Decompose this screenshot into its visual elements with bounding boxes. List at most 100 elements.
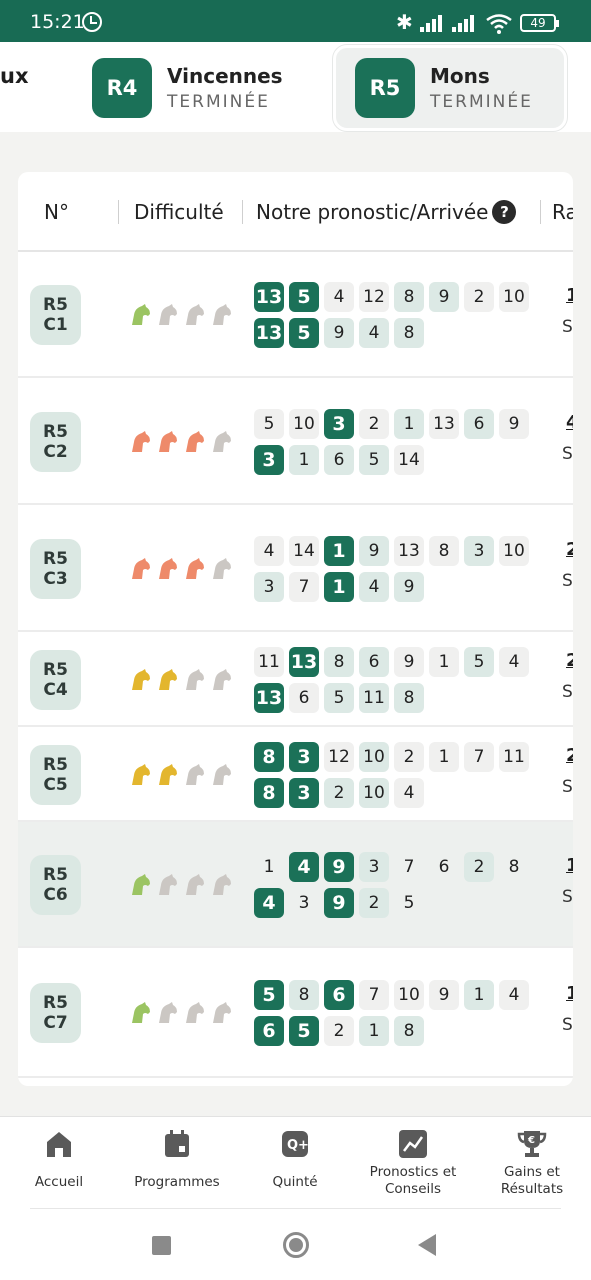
horse-number: 6	[359, 646, 389, 677]
difficulty-rating	[128, 668, 233, 692]
race-course-badge: R5 C6	[30, 855, 81, 915]
horse-number: 12	[359, 282, 389, 312]
help-icon[interactable]: ?	[492, 200, 517, 224]
race-tab-r5[interactable]: R5 Mons TERMINÉE	[333, 45, 567, 131]
horse-number: 11	[254, 646, 284, 677]
rapport-value[interactable]: 1	[566, 983, 573, 1004]
rapport-label: S	[562, 887, 573, 907]
bluetooth-icon: ✱	[396, 10, 413, 34]
prono-arrivee: 13 5 4 12 8 9 2 10 13 5 9 4 8	[254, 282, 529, 354]
race-label: R5	[43, 993, 68, 1013]
horse-number: 2	[359, 408, 389, 439]
horse-number: 3	[254, 444, 284, 475]
horse-number: 9	[429, 282, 459, 312]
horse-number: 9	[429, 980, 459, 1010]
horse-number: 10	[394, 980, 424, 1010]
race-status: TERMINÉE	[167, 92, 270, 112]
horse-number: 5	[254, 980, 284, 1010]
horse-number: 1	[359, 1016, 389, 1046]
race-tab-r4[interactable]: R4 Vincennes TERMINÉE	[92, 48, 322, 128]
arrivee-line: 65218	[254, 1016, 529, 1046]
horse-number: 5	[464, 646, 494, 677]
rapport-value[interactable]: 2	[566, 745, 573, 766]
horse-head-icon	[213, 1002, 231, 1023]
horse-number: 4	[254, 535, 284, 566]
header-prono: Notre pronostic/Arrivée?	[256, 200, 517, 224]
divider	[30, 1208, 561, 1209]
rapport-label: S	[562, 317, 573, 337]
horse-head-icon	[132, 874, 150, 895]
race-label: R5	[43, 295, 68, 315]
nav-gains[interactable]: € Gains et Résultats	[473, 1117, 591, 1213]
table-row[interactable]: R5 C6 1 4 9 3 7 6 2 8 4 3 9 2 5 1 S	[18, 822, 573, 948]
horse-number: 8	[254, 777, 284, 808]
recent-apps-button[interactable]	[152, 1236, 171, 1255]
nav-accueil[interactable]: Accueil	[0, 1117, 118, 1213]
prono-arrivee: 4 14 1 9 13 8 3 10 3 7 1 4 9	[254, 535, 529, 608]
prono-arrivee: 5 10 3 2 1 13 6 9 3 1 6 5 14	[254, 408, 529, 481]
course-label: C4	[43, 679, 68, 700]
horse-number: 13	[254, 318, 284, 348]
table-row[interactable]: R5 C4 11 13 8 6 9 1 5 4 13 6 5 11 8 2 S	[18, 632, 573, 727]
horse-number: 1	[263, 857, 275, 877]
course-label: C2	[43, 441, 68, 462]
nav-quinte[interactable]: Q+ Quinté	[236, 1117, 354, 1213]
horse-number: 6	[438, 857, 450, 877]
table-row[interactable]: R5 C2 5 10 3 2 1 13 6 9 3 1 6 5 14 4 S	[18, 378, 573, 505]
rapport-value[interactable]: 4	[566, 412, 573, 433]
nav-pronostics[interactable]: Pronostics et Conseils	[354, 1117, 472, 1213]
home-icon	[47, 1132, 71, 1157]
table-row[interactable]: R5 C1 13 5 4 12 8 9 2 10 13 5 9 4 8 1 S	[18, 252, 573, 378]
race-label: R5	[43, 754, 68, 775]
horse-number: 10	[289, 408, 319, 439]
rapport-label: S	[562, 1015, 573, 1035]
horse-number: 2	[394, 741, 424, 772]
horse-number: 2	[359, 888, 389, 918]
rapport-value[interactable]: 1	[566, 285, 573, 306]
horse-head-icon	[213, 557, 231, 579]
horse-number: 1	[429, 646, 459, 677]
prono-line: 14937 628	[254, 852, 529, 882]
prono-line: 5 8 6 7 10 9 1 4	[254, 980, 529, 1010]
horse-number: 3	[464, 535, 494, 566]
horse-number: 1	[464, 980, 494, 1010]
header-rapport: Ra	[552, 200, 573, 224]
table-row[interactable]: R5 C5 8 3 12 10 2 1 7 11 8 3 2 10 4 2 S	[18, 727, 573, 822]
nav-label: Programmes	[134, 1174, 220, 1190]
svg-text:€: €	[527, 1135, 535, 1146]
horse-number: 5	[254, 408, 284, 439]
horse-number: 8	[254, 741, 284, 772]
rapport-value[interactable]: 2	[566, 539, 573, 560]
horse-number: 4	[359, 571, 389, 602]
horse-number: 9	[324, 888, 354, 918]
horse-number: 7	[359, 980, 389, 1010]
back-button[interactable]	[418, 1234, 436, 1256]
race-tab-partial[interactable]: ux	[0, 64, 29, 88]
prono-line: 4 14 1 9 13 8 3 10	[254, 535, 529, 566]
horse-number: 13	[254, 282, 284, 312]
horse-number: 8	[429, 535, 459, 566]
home-button[interactable]	[283, 1232, 309, 1258]
nav-label: Pronostics et Conseils	[369, 1164, 457, 1197]
horse-number: 9	[324, 318, 354, 348]
rapport-value[interactable]: 1	[566, 855, 573, 876]
horse-head-icon	[132, 557, 150, 579]
horse-number: 4	[324, 282, 354, 312]
horse-number: 10	[359, 777, 389, 808]
horse-head-icon	[186, 1002, 204, 1023]
horse-number: 8	[394, 682, 424, 713]
table-row[interactable]: R5 C7 5 8 6 7 10 9 1 4 6 5 2 1 8 1 S	[18, 948, 573, 1078]
nav-programmes[interactable]: Programmes	[118, 1117, 236, 1213]
horse-number: 1	[394, 408, 424, 439]
horse-number: 2	[324, 1016, 354, 1046]
horse-number: 9	[394, 646, 424, 677]
quinte-icon: Q+	[282, 1131, 309, 1157]
arrivee-line: 8 3 2 10 4	[254, 777, 529, 808]
horse-head-icon	[132, 668, 150, 690]
table-row[interactable]: R5 C3 4 14 1 9 13 8 3 10 3 7 1 4 9 2 S	[18, 505, 573, 632]
horse-number: 9	[359, 535, 389, 566]
course-label: C6	[43, 885, 68, 905]
difficulty-rating	[128, 763, 233, 787]
rapport-value[interactable]: 2	[566, 650, 573, 671]
horse-head-icon	[159, 304, 177, 325]
